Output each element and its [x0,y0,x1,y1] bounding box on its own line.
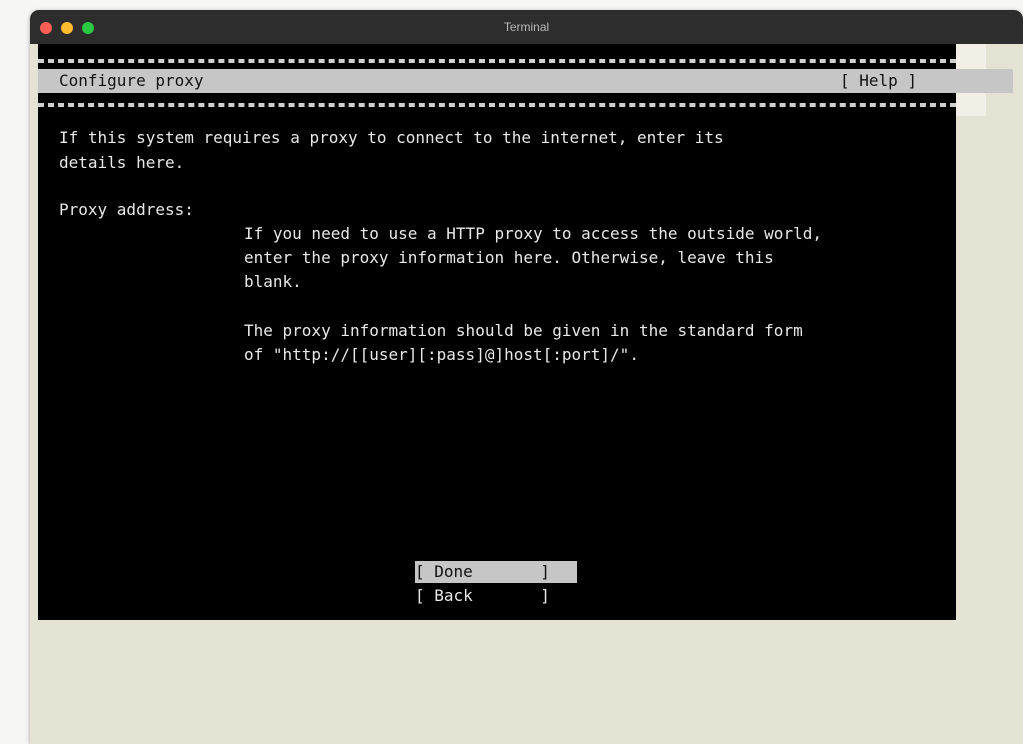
intro-text-line-1: If this system requires a proxy to conne… [59,128,724,147]
help-button[interactable]: [ Help ] [840,69,917,93]
proxy-address-label: Proxy address: [59,200,194,219]
maximize-window-button[interactable] [82,22,94,34]
intro-text-line-2: details here. [59,153,185,172]
proxy-help-line-2: enter the proxy information here. Otherw… [244,248,774,267]
installer-header: Configure proxy [ Help ] [38,69,1013,93]
terminal-screen[interactable]: If this system requires a proxy to conne… [38,44,956,620]
proxy-help-line-1: If you need to use a HTTP proxy to acces… [244,224,822,243]
done-button[interactable]: [ Done ] [415,561,577,583]
page-title: Configure proxy [59,71,204,90]
back-button[interactable]: [ Back ] [415,585,577,607]
minimize-window-button[interactable] [61,22,73,34]
proxy-help-line-6: of "http://[[user][:pass]@]host[:port]/"… [244,345,639,364]
title-bar[interactable]: Terminal [30,10,1023,44]
bottom-separator [38,103,956,107]
window-title: Terminal [503,20,550,34]
proxy-help-line-3: blank. [244,272,302,291]
scrollbar-track[interactable] [956,44,1023,620]
close-window-button[interactable] [40,22,52,34]
proxy-help-line-5: The proxy information should be given in… [244,321,803,340]
top-separator [38,59,956,63]
terminal-padding-area [30,620,1023,744]
terminal-window: Terminal If this system requires a proxy… [30,10,1023,744]
